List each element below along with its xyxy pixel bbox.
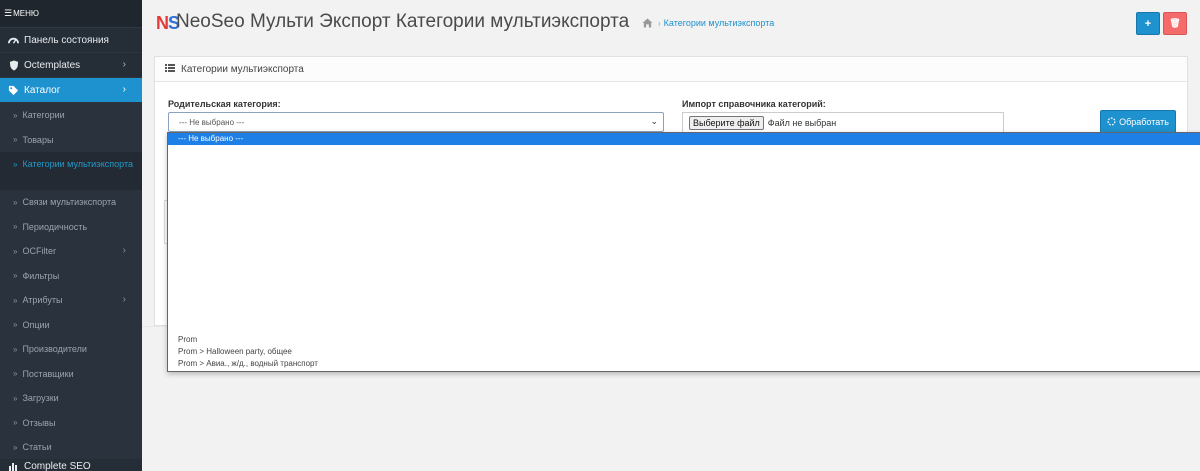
chart-icon [8, 461, 19, 471]
sub-item-label: Фильтры [22, 270, 60, 281]
sub-item-products[interactable]: » Товары [0, 127, 142, 152]
sub-item-options[interactable]: » Опции [0, 312, 142, 337]
sub-item-articles[interactable]: » Статьи [0, 435, 142, 460]
sub-item-periodicity[interactable]: » Периодичность [0, 214, 142, 239]
double-chevron-icon: » [13, 369, 18, 379]
add-button[interactable]: + [1136, 12, 1160, 35]
nav-item-label: Octemplates [24, 59, 81, 71]
double-chevron-icon: » [13, 393, 18, 403]
dropdown-option-selected[interactable]: --- Не выбрано --- [168, 133, 1200, 145]
sub-item-label: Категории [22, 110, 65, 121]
chevron-right-icon: › [122, 84, 126, 95]
double-chevron-icon: » [13, 344, 18, 354]
dashboard-icon [8, 35, 19, 46]
process-button[interactable]: Обработать [1100, 110, 1176, 134]
sub-item-label: Товары [22, 134, 54, 145]
sub-item-label: Производители [22, 344, 87, 355]
panel-title: Категории мультиэкспорта [181, 63, 304, 75]
home-icon[interactable] [642, 18, 653, 28]
double-chevron-icon: » [13, 295, 18, 305]
double-chevron-icon: » [13, 442, 18, 452]
nav-item-octemplates[interactable]: Octemplates › [0, 53, 142, 78]
sub-item-label: Категории мультиэкспорта [22, 159, 134, 169]
page-title: NeoSeo Мульти Экспорт Категории мультиэк… [176, 11, 630, 32]
sub-item-attributes[interactable]: » Атрибуты › [0, 288, 142, 313]
dropdown-option[interactable]: Prom > Halloween party, общее [168, 346, 1200, 358]
delete-button[interactable]: 🗑 [1163, 12, 1187, 35]
plus-icon: + [1144, 17, 1152, 30]
sub-item-reviews[interactable]: » Отзывы [0, 410, 142, 435]
import-label: Импорт справочника категорий: [682, 99, 826, 109]
parent-category-label: Родительская категория: [168, 99, 281, 109]
sidebar: ☰ МЕНЮ Панель состояния Octemplates › Ка… [0, 0, 142, 471]
sub-item-label: Загрузки [22, 393, 59, 404]
spinner-icon [1107, 116, 1116, 128]
double-chevron-icon: » [13, 160, 18, 169]
double-chevron-icon: » [13, 222, 18, 232]
logo-letter-n: N [156, 13, 169, 33]
double-chevron-icon: » [13, 418, 18, 428]
breadcrumb: › Категории мультиэкспорта [642, 18, 774, 28]
double-chevron-icon: » [13, 110, 18, 120]
double-chevron-icon: » [13, 271, 18, 281]
sub-item-label: Статьи [22, 442, 52, 453]
sub-item-label: Опции [22, 319, 50, 330]
file-status: Файл не выбран [767, 118, 837, 128]
list-icon [165, 63, 175, 75]
sub-item-label: Атрибуты [22, 295, 63, 306]
dropdown-options: Prom Prom > Halloween party, общее Prom … [168, 334, 1200, 370]
sub-item-categories[interactable]: » Категории [0, 103, 142, 128]
choose-file-button[interactable]: Выберите файл [689, 116, 764, 130]
chevron-right-icon: › [122, 294, 126, 305]
menu-label: МЕНЮ [13, 9, 39, 18]
parent-category-value: --- Не выбрано --- [179, 117, 245, 127]
sub-item-label: Поставщики [22, 368, 74, 379]
dropdown-option[interactable]: Prom [168, 334, 1200, 346]
chevron-right-icon: › [122, 59, 126, 70]
page-header: NS NeoSeo Мульти Экспорт Категории мульт… [142, 0, 1200, 48]
nav-item-label: Complete SEO [24, 460, 91, 471]
menu-toggle[interactable]: ☰ МЕНЮ [0, 0, 142, 28]
sub-item-suppliers[interactable]: » Поставщики [0, 361, 142, 386]
nav-item-catalog[interactable]: Каталог › [0, 78, 142, 103]
sub-item-label: Отзывы [22, 417, 56, 428]
nav-item-label: Панель состояния [24, 34, 109, 46]
sub-item-label: Периодичность [22, 221, 88, 232]
sub-item-multiexport-links[interactable]: » Связи мультиэкспорта [0, 190, 142, 215]
double-chevron-icon: » [13, 135, 18, 145]
menu-icon: ☰ [4, 8, 13, 18]
process-button-label: Обработать [1119, 117, 1169, 127]
sub-item-ocfilter[interactable]: » OCFilter › [0, 239, 142, 264]
double-chevron-icon: » [13, 246, 18, 256]
parent-category-dropdown-list[interactable]: --- Не выбрано --- Prom Prom > Halloween… [167, 132, 1200, 372]
panel-heading: Категории мультиэкспорта [155, 57, 1187, 82]
nav-item-label: Каталог [24, 84, 61, 96]
sub-item-label: Связи мультиэкспорта [22, 197, 116, 208]
tag-icon [8, 85, 19, 96]
file-input[interactable]: Выберите файл Файл не выбран [682, 112, 1004, 134]
sub-item-filters[interactable]: » Фильтры [0, 263, 142, 288]
sub-item-downloads[interactable]: » Загрузки [0, 386, 142, 411]
chevron-right-icon: › [122, 245, 126, 256]
sub-item-active-text: » Категории мультиэкспорта [13, 158, 133, 171]
breadcrumb-current[interactable]: Категории мультиэкспорта [664, 18, 775, 28]
nav-item-dashboard[interactable]: Панель состояния [0, 28, 142, 53]
dropdown-option[interactable]: Prom > Авиа., ж/д., водный транспорт [168, 358, 1200, 370]
chevron-down-icon: ⌄ [650, 116, 658, 126]
sub-item-manufacturers[interactable]: » Производители [0, 337, 142, 362]
double-chevron-icon: » [13, 197, 18, 207]
parent-category-select[interactable]: --- Не выбрано --- ⌄ [168, 112, 664, 132]
double-chevron-icon: » [13, 320, 18, 330]
sub-item-multiexport-categories[interactable]: » Категории мультиэкспорта [0, 152, 142, 190]
sub-item-label: OCFilter [22, 246, 56, 257]
trash-icon: 🗑 [1169, 18, 1181, 28]
nav-item-complete-seo[interactable]: Complete SEO [0, 459, 142, 471]
shield-icon [8, 59, 19, 71]
breadcrumb-separator: › [658, 18, 661, 28]
